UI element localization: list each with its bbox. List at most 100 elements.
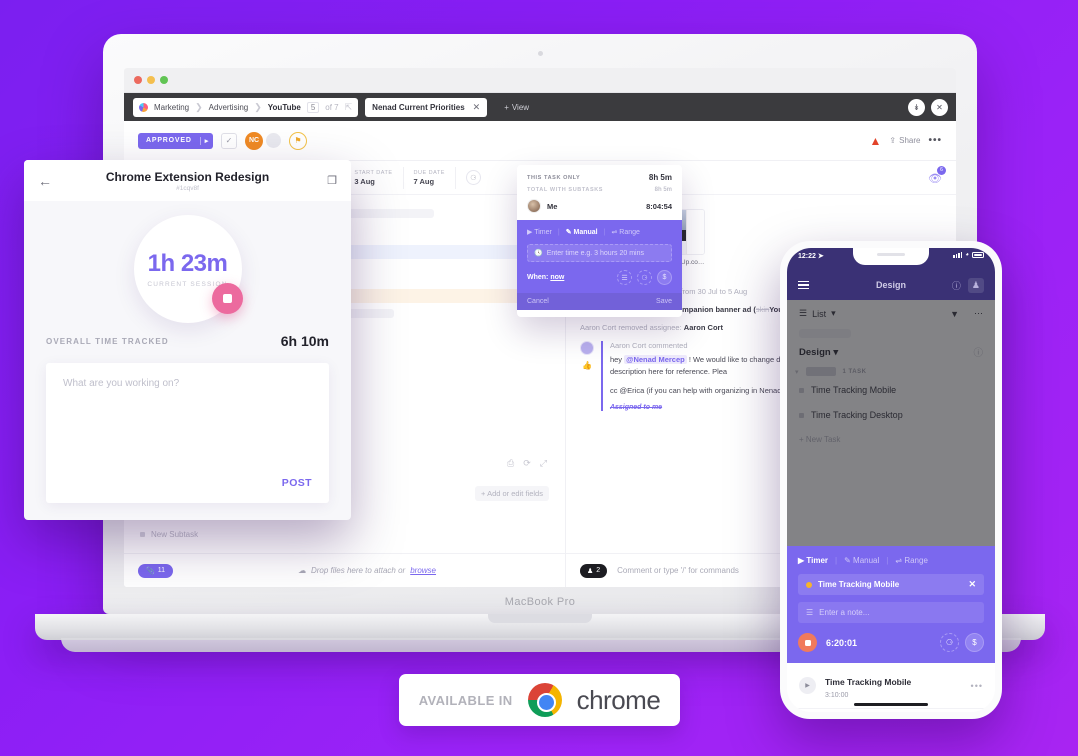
minimize-icon[interactable]: ↡ bbox=[908, 98, 925, 116]
tag-icon[interactable]: ⚆ bbox=[637, 270, 652, 285]
tab-nenad-current-priorities[interactable]: Nenad Current Priorities ✕ bbox=[365, 97, 488, 117]
billable-dollar-icon[interactable]: $ bbox=[965, 633, 984, 652]
comment-assignee-chip[interactable]: ♟ 2 bbox=[579, 563, 608, 578]
selected-task-chip[interactable]: Time Tracking Mobile ✕ bbox=[798, 574, 984, 595]
add-view-button[interactable]: + View bbox=[504, 103, 529, 112]
manual-time-input[interactable]: 🕓 Enter time e.g. 3 hours 20 mins bbox=[527, 244, 672, 262]
stop-recording-icon[interactable] bbox=[211, 283, 243, 314]
page-title: Chrome Extension Redesign bbox=[105, 169, 270, 184]
tab-timer-label: Timer bbox=[806, 556, 829, 565]
task-position-count: 5 bbox=[306, 101, 320, 113]
info-circle-icon[interactable]: ⓘ bbox=[952, 279, 961, 292]
share-button[interactable]: ⇪ Share bbox=[889, 136, 920, 145]
comment-placeholder[interactable]: Comment or type '/' for commands bbox=[617, 566, 739, 575]
thumbs-up-icon[interactable]: 👍 bbox=[582, 361, 592, 370]
history-icon[interactable]: ⟳ bbox=[523, 458, 531, 469]
entry-mode-tabs: ▶ Timer | ✎ Manual | ⇌ Range bbox=[527, 228, 672, 237]
clear-icon[interactable]: ✕ bbox=[968, 579, 976, 590]
tab-range[interactable]: ⇌ Range bbox=[895, 556, 928, 565]
note-icon[interactable]: ☰ bbox=[617, 270, 632, 285]
attachment-count: 11 bbox=[157, 567, 165, 574]
checkmark-icon[interactable]: ✓ bbox=[221, 132, 238, 149]
stop-recording-icon[interactable] bbox=[798, 633, 817, 652]
tab-divider: | bbox=[557, 228, 560, 236]
tab-manual[interactable]: ✎ Manual bbox=[844, 556, 879, 565]
manual-time-placeholder: Enter time e.g. 3 hours 20 mins bbox=[546, 249, 644, 257]
tag-icon[interactable]: ⚆ bbox=[940, 633, 959, 652]
print-icon[interactable]: ⎙ bbox=[507, 458, 514, 469]
overall-time-value: 6h 10m bbox=[280, 333, 329, 349]
breadcrumb-item-advertising[interactable]: Advertising bbox=[209, 103, 249, 112]
tab-manual-label: Manual bbox=[573, 229, 598, 236]
tab-timer[interactable]: ▶ Timer bbox=[798, 556, 828, 565]
breadcrumb[interactable]: Marketing ❯ Advertising ❯ YouTube 5 of 7… bbox=[133, 97, 359, 117]
tab-range[interactable]: ⇌ Range bbox=[611, 228, 639, 236]
close-icon[interactable]: ✕ bbox=[473, 102, 481, 113]
close-icon[interactable]: ✕ bbox=[931, 98, 948, 116]
mention-chip[interactable]: @Nenad Mercep bbox=[624, 355, 687, 364]
available-in-chrome-badge[interactable]: AVAILABLE IN chrome bbox=[399, 674, 680, 726]
tab-divider: | bbox=[886, 556, 889, 565]
meta-start-date[interactable]: START DATE 3 Aug bbox=[344, 166, 404, 189]
selected-task-label: Time Tracking Mobile bbox=[818, 580, 900, 589]
task-header: APPROVED ▸ ✓ NC ⚑ ▲ ⇪ Share ••• bbox=[124, 121, 956, 161]
minimize-window-button[interactable] bbox=[147, 76, 155, 84]
clock-icon: 🕓 bbox=[534, 250, 543, 257]
timer-dial-zone: 1h 23m CURRENT SESSION bbox=[24, 201, 351, 329]
description-toolbar: ⎙ ⟳ ⤢ bbox=[507, 458, 547, 469]
expand-icon[interactable]: ⤢ bbox=[540, 458, 547, 469]
browse-link[interactable]: browse bbox=[410, 566, 436, 575]
current-session-time: 1h 23m bbox=[147, 250, 228, 277]
add-or-edit-fields-button[interactable]: + Add or edit fields bbox=[475, 486, 549, 501]
plus-icon: + bbox=[504, 102, 509, 112]
maximize-window-button[interactable] bbox=[160, 76, 168, 84]
more-dots-icon[interactable]: ••• bbox=[928, 135, 942, 146]
this-task-row: THIS TASK ONLY 8h 5m bbox=[527, 173, 672, 182]
note-placeholder[interactable]: What are you working on? bbox=[63, 378, 312, 389]
note-card[interactable]: What are you working on? POST bbox=[46, 363, 329, 503]
avatar[interactable]: NC bbox=[245, 131, 264, 150]
drop-label: Drop files here to attach or bbox=[310, 566, 406, 575]
watchers-eye-icon[interactable]: 👁 6 bbox=[928, 165, 946, 187]
tag-icon[interactable]: ⚆ bbox=[465, 170, 481, 185]
macos-titlebar bbox=[124, 68, 956, 93]
when-label-wrap[interactable]: When: now bbox=[527, 274, 564, 281]
person-icon[interactable]: ♟ bbox=[967, 277, 984, 293]
meta-due-date[interactable]: DUE DATE 7 Aug bbox=[404, 166, 456, 189]
list-item[interactable]: ▶ Time Tracking Desktop 14:00:00 2 bbox=[787, 709, 995, 712]
open-external-icon[interactable]: ❐ bbox=[327, 174, 337, 187]
tab-timer-label: Timer bbox=[534, 229, 552, 236]
close-window-button[interactable] bbox=[134, 76, 142, 84]
post-button[interactable]: POST bbox=[282, 477, 312, 489]
status-badge[interactable]: APPROVED ▸ bbox=[138, 132, 214, 149]
chrome-wordmark: chrome bbox=[576, 684, 661, 715]
avatar[interactable] bbox=[527, 199, 541, 213]
attachment-count-chip[interactable]: 📎 11 bbox=[138, 563, 173, 578]
open-task-icon[interactable]: ⇱ bbox=[345, 102, 353, 113]
add-assignee-icon[interactable] bbox=[266, 133, 282, 148]
save-button[interactable]: Save bbox=[656, 298, 672, 305]
tab-timer[interactable]: ▶ Timer bbox=[527, 228, 552, 236]
cancel-button[interactable]: Cancel bbox=[527, 298, 549, 305]
new-subtask-button[interactable]: New Subtask bbox=[140, 530, 198, 539]
billable-icon[interactable]: $ bbox=[657, 270, 672, 285]
this-task-value: 8h 5m bbox=[648, 173, 672, 182]
wifi-icon: ◕ bbox=[965, 252, 969, 258]
time-tracking-modal[interactable]: THIS TASK ONLY 8h 5m TOTAL WITH SUBTASKS… bbox=[517, 165, 682, 317]
breadcrumb-item-youtube[interactable]: YouTube bbox=[268, 103, 301, 112]
breadcrumb-item-marketing[interactable]: Marketing bbox=[154, 103, 189, 112]
note-input[interactable]: ☰ Enter a note... bbox=[798, 602, 984, 623]
priority-flag-icon[interactable]: ⚑ bbox=[289, 131, 308, 150]
tab-range-label: Range bbox=[904, 556, 928, 565]
gitlab-icon[interactable]: ▲ bbox=[870, 134, 882, 148]
tab-manual[interactable]: ✎ Manual bbox=[566, 228, 598, 236]
phone-speaker bbox=[877, 253, 905, 256]
chevron-right-icon[interactable]: ▸ bbox=[199, 136, 213, 145]
avatar[interactable] bbox=[579, 341, 594, 355]
more-dots-icon[interactable]: ••• bbox=[971, 681, 983, 691]
meta-tag-group: ⚆ bbox=[456, 170, 491, 185]
comment-action: commented bbox=[648, 341, 688, 350]
play-icon[interactable]: ▶ bbox=[799, 677, 816, 694]
when-value[interactable]: now bbox=[550, 274, 564, 281]
timer-left: 6:20:01 bbox=[798, 633, 857, 652]
